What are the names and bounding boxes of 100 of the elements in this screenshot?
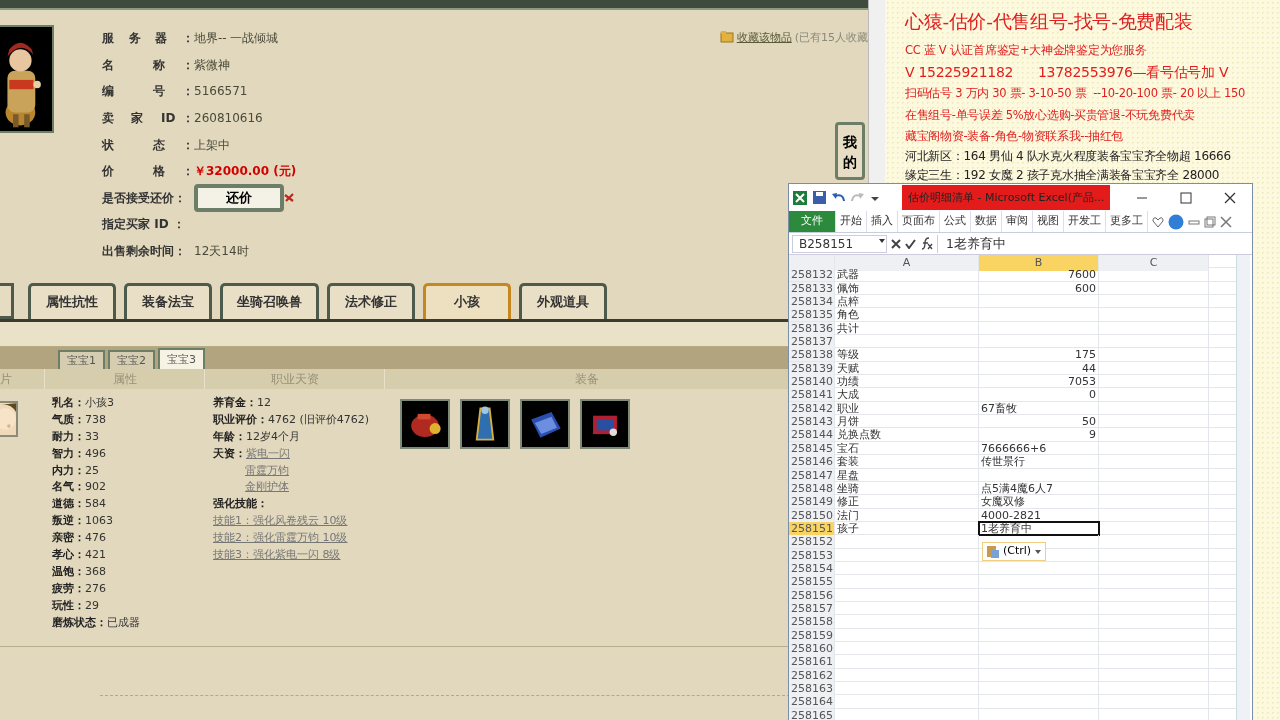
pouch-icon[interactable] [400, 399, 450, 449]
cell-text: 7666666+6 [981, 441, 1047, 455]
child-tab[interactable]: 宝宝3 [158, 348, 205, 369]
cell-text: 7053 [1068, 375, 1096, 389]
ribbon-tab[interactable]: 数据 [971, 211, 1002, 232]
cell-text: 角色 [837, 308, 859, 322]
row-number[interactable]: 258144 [789, 428, 835, 442]
ribbon-tab[interactable]: 公式 [940, 211, 971, 232]
cross-icon [284, 191, 294, 205]
field-label: 编 号： [102, 83, 194, 101]
row-number[interactable]: 258152 [789, 535, 835, 549]
row-number[interactable]: 258141 [789, 388, 835, 402]
attribute-text: 气质：738 [52, 411, 107, 428]
attribute-text: 疲劳：276 [52, 580, 107, 597]
undo-icon[interactable] [831, 191, 846, 204]
detail-text: 职业评价：4762 (旧评价4762) [213, 411, 371, 428]
attribute-text: 亲密：476 [52, 530, 107, 547]
spreadsheet-icon[interactable] [792, 189, 808, 206]
paste-options-button[interactable]: (Ctrl) [982, 542, 1047, 561]
row-number[interactable]: 258138 [789, 348, 835, 362]
detail-text: 养育金：12 [213, 395, 272, 411]
cell-text: 点5满4魔6人7 [981, 481, 1053, 495]
cell-text: 孩子 [837, 521, 859, 535]
row-number[interactable]: 258146 [789, 455, 835, 469]
row-number[interactable]: 258164 [789, 695, 835, 709]
ribbon-tab[interactable]: 页面布 [898, 211, 940, 232]
column-header[interactable]: C [1099, 255, 1209, 271]
cancel-icon[interactable] [891, 238, 901, 249]
field-value: 12天14时 [194, 243, 249, 261]
field-label: 价 格： [102, 163, 194, 181]
name-box[interactable]: B258151 [792, 234, 887, 253]
counter-offer-button[interactable]: 还价 [194, 183, 284, 212]
document-line: CC 蓝 V 认证首席鉴定+大神金牌鉴定为您服务 [905, 41, 1148, 59]
caret-icon [1034, 547, 1043, 556]
cell-text: 0 [1089, 388, 1096, 402]
favorites-button[interactable]: 我的 [835, 122, 865, 180]
ribbon-tab[interactable]: 开始 [836, 211, 867, 232]
restore-icon[interactable] [1204, 215, 1216, 228]
child-tab[interactable]: 宝宝1 [58, 350, 105, 369]
folder-icon [719, 30, 734, 43]
row-number[interactable]: 258137 [789, 335, 835, 349]
cell-text: 67畜牧 [981, 401, 1017, 415]
talent-label: 天资： [213, 446, 246, 460]
maximize-icon[interactable] [1180, 191, 1192, 204]
row-number[interactable]: 258163 [789, 682, 835, 695]
clipboard-icon [986, 544, 1000, 559]
row-number[interactable]: 258134 [789, 295, 835, 309]
category-tab[interactable]: 外观道具 [519, 283, 607, 319]
category-tab[interactable]: 属性抗性 [28, 283, 116, 319]
row-number[interactable]: 258155 [789, 575, 835, 589]
cell-text: 职业 [837, 401, 859, 415]
active-cell[interactable]: 1老养育中 [979, 521, 1099, 535]
ribbon-tab[interactable]: 插入 [867, 211, 898, 232]
child-tab[interactable]: 宝宝2 [108, 350, 155, 369]
category-tab[interactable]: 小孩 [423, 283, 511, 319]
row-number[interactable]: 258132 [789, 268, 835, 282]
function-icon[interactable] [920, 237, 933, 250]
field-label: 是否接受还价： [102, 189, 187, 207]
attribute-text: 叛逆：1063 [52, 513, 114, 530]
heart-icon[interactable] [1152, 215, 1164, 228]
robe-icon[interactable] [460, 399, 510, 449]
field-value: 260810616 [194, 110, 263, 128]
row-number[interactable]: 258135 [789, 308, 835, 322]
check-icon[interactable] [905, 238, 916, 249]
book-icon[interactable] [520, 399, 570, 449]
formula-field[interactable]: 1老养育中 [937, 234, 1249, 253]
cell-text: 大成 [837, 388, 859, 402]
row-number[interactable]: 258161 [789, 655, 835, 669]
cell-text: 坐骑 [837, 481, 859, 495]
category-tab[interactable]: 法术修正 [327, 283, 415, 319]
row-number[interactable]: 258149 [789, 495, 835, 509]
ribbon-tab[interactable]: 视图 [1033, 211, 1064, 232]
column-header[interactable]: B [979, 255, 1099, 271]
category-tab[interactable] [0, 283, 14, 319]
cell-text: 7600 [1068, 268, 1096, 282]
document-line: 藏宝阁物资-装备-角色-物资联系我--抽红包 [905, 127, 1125, 145]
ribbon-tab[interactable]: 开发工 [1064, 211, 1106, 232]
ribbon-tab[interactable]: 审阅 [1002, 211, 1033, 232]
field-label: 出售剩余时间： [102, 243, 187, 261]
save-icon[interactable] [812, 190, 827, 205]
cell-text: 功绩 [837, 375, 859, 389]
chest-icon[interactable] [580, 399, 630, 449]
close-icon[interactable] [1224, 191, 1236, 204]
scrollbar[interactable] [1236, 255, 1250, 720]
row-number[interactable]: 258140 [789, 375, 835, 389]
cell-text: 4000-2821 [981, 508, 1041, 522]
help-icon[interactable] [1168, 213, 1184, 230]
scrollbar[interactable] [868, 0, 885, 183]
attribute-text: 智力：496 [52, 445, 107, 462]
cell-text: 月饼 [837, 415, 859, 429]
attribute-text: 玩性：29 [52, 597, 100, 614]
favorite-link[interactable]: 收藏该物品 [736, 30, 792, 47]
cell-text: 600 [1075, 281, 1096, 295]
cell-text: 9 [1089, 428, 1096, 442]
category-tab[interactable]: 坐骑召唤兽 [220, 283, 319, 319]
ribbon-tab[interactable]: 更多工 [1106, 211, 1148, 232]
row-number[interactable]: 258143 [789, 415, 835, 429]
row-number[interactable]: 258158 [789, 615, 835, 629]
document-line: 在售组号-单号误差 5%放心选购-买贵管退-不玩免费代卖 [905, 106, 1196, 124]
category-tab[interactable]: 装备法宝 [124, 283, 212, 319]
